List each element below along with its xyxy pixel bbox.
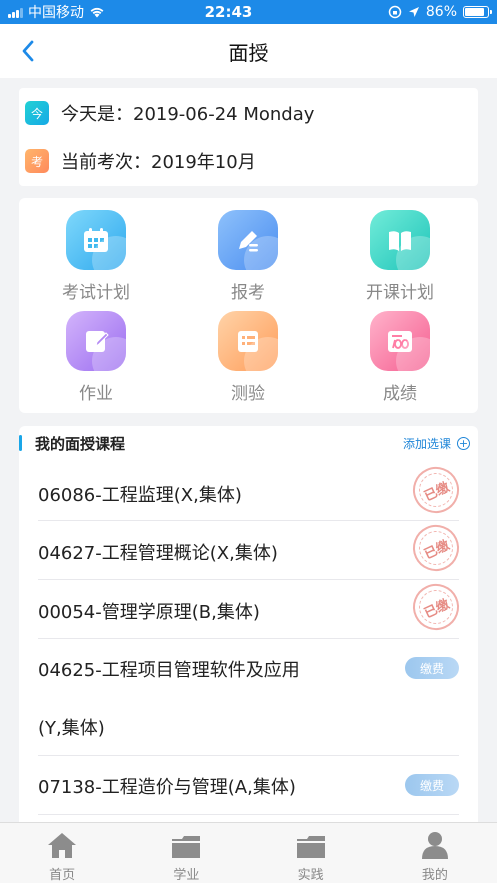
feature-homework[interactable]: 作业 [36, 311, 156, 404]
today-text: 今天是：2019-06-24 Monday [61, 104, 315, 125]
paid-stamp-icon: 已缴 [405, 576, 467, 638]
tab-home[interactable]: 首页 [0, 823, 124, 883]
rotation-lock-icon [388, 5, 402, 19]
plus-circle-icon: + [457, 437, 470, 450]
paid-stamp-icon: 已缴 [405, 459, 467, 521]
course-row[interactable]: 04625-工程项目管理软件及应用 (Y,集体) 缴费 [38, 639, 459, 756]
feature-label: 开课计划 [366, 283, 434, 303]
clock: 22:43 [204, 3, 253, 21]
course-name: 07138-工程造价与管理(A,集体) [38, 777, 296, 798]
edit-icon [86, 331, 109, 352]
signal-icon [8, 7, 23, 18]
wifi-icon [90, 7, 104, 18]
tab-label: 首页 [49, 868, 76, 883]
back-button[interactable] [14, 37, 42, 65]
pen-icon [239, 231, 258, 252]
calendar-icon [84, 228, 108, 252]
feature-score[interactable]: 成绩 [340, 311, 460, 404]
course-row[interactable]: 06086-工程监理(X,集体) 已缴 [38, 459, 467, 521]
tab-bar: 首页 学业 实践 我的 [0, 822, 497, 883]
today-row: 今 今天是：2019-06-24 Monday [25, 100, 314, 126]
book-icon [389, 231, 411, 251]
course-list-header: 我的面授课程 添加选课 + [19, 426, 478, 460]
status-bar: 中国移动 22:43 86% [0, 0, 497, 24]
course-name: 04627-工程管理概论(X,集体) [38, 543, 278, 564]
home-icon [48, 833, 77, 858]
page-title: 面授 [228, 40, 269, 65]
feature-register[interactable]: 报考 [188, 210, 308, 303]
feature-label: 考试计划 [62, 283, 130, 303]
folder-icon [296, 836, 325, 858]
add-course-label: 添加选课 [402, 437, 451, 451]
chevron-left-icon [22, 40, 34, 62]
info-card: 今 今天是：2019-06-24 Monday 考 当前考次：2019年10月 [19, 88, 478, 186]
course-name: 06086-工程监理(X,集体) [38, 485, 242, 506]
feature-quiz[interactable]: 测验 [188, 311, 308, 404]
tab-label: 学业 [173, 868, 200, 883]
feature-label: 测验 [231, 384, 265, 404]
pay-button[interactable]: 缴费 [405, 774, 459, 796]
carrier-label: 中国移动 [28, 5, 84, 21]
paid-stamp-icon: 已缴 [405, 517, 467, 579]
tab-study[interactable]: 学业 [124, 823, 248, 883]
feature-exam-plan[interactable]: 考试计划 [36, 210, 156, 303]
battery-icon [463, 6, 492, 18]
score-icon [388, 331, 412, 352]
feature-course-plan[interactable]: 开课计划 [340, 210, 460, 303]
tab-label: 我的 [421, 868, 448, 883]
feature-grid: 考试计划 报考 开课计划 作业 测验 成绩 [19, 198, 478, 413]
battery-percent: 86% [425, 4, 457, 20]
add-course-button[interactable]: 添加选课 + [403, 435, 470, 452]
course-name: 00054-管理学原理(B,集体) [38, 602, 260, 623]
today-icon: 今 [25, 101, 49, 125]
course-name: 04625-工程项目管理软件及应用 [38, 660, 300, 681]
course-row[interactable]: 04627-工程管理概论(X,集体) 已缴 [38, 517, 467, 580]
quiz-icon [238, 331, 258, 352]
folder-icon [172, 836, 201, 858]
user-icon [421, 832, 448, 859]
exam-session-text: 当前考次：2019年10月 [61, 152, 256, 173]
feature-label: 成绩 [383, 384, 417, 404]
tab-mine[interactable]: 我的 [373, 823, 497, 883]
nav-bar: 面授 [0, 24, 497, 78]
course-list-card: 我的面授课程 添加选课 + 06086-工程监理(X,集体) 已缴 04627-… [19, 426, 478, 822]
feature-label: 作业 [79, 384, 113, 404]
exam-session-row: 考 当前考次：2019年10月 [25, 148, 256, 174]
course-name-line2: (Y,集体) [38, 718, 105, 739]
tab-label: 实践 [297, 868, 324, 883]
feature-label: 报考 [231, 283, 265, 303]
course-row[interactable]: 07138-工程造价与管理(A,集体) 缴费 [38, 756, 459, 815]
course-list-title: 我的面授课程 [35, 435, 126, 453]
tab-practice[interactable]: 实践 [249, 823, 373, 883]
exam-icon: 考 [25, 149, 49, 173]
location-icon [408, 7, 419, 17]
pay-button[interactable]: 缴费 [405, 657, 459, 679]
course-row[interactable]: 00054-管理学原理(B,集体) 已缴 [38, 576, 467, 639]
section-accent-bar [19, 435, 22, 451]
